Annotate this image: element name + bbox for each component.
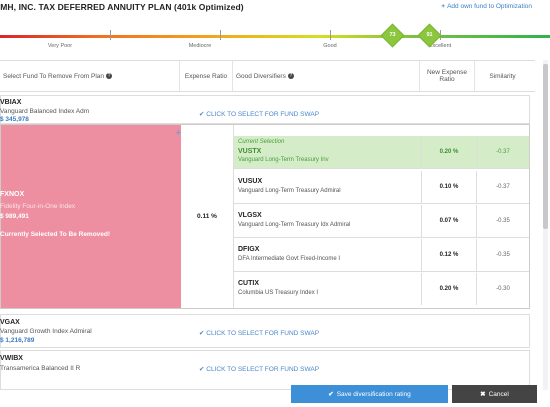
col-fund-label: Select Fund To Remove From Plan — [3, 72, 105, 80]
selected-fund-panel: FXNOX Fidelity Four-in-One Index $ 989,4… — [0, 124, 530, 309]
save-label: Save diversification rating — [336, 390, 411, 398]
alternative-fund-row[interactable]: DFIGX DFA Intermediate Govt Fixed-Income… — [234, 239, 529, 272]
select-fund-swap-link[interactable]: ✔ CLICK TO SELECT FOR FUND SWAP — [199, 329, 319, 337]
fund-name: Transamerica Balanced II R — [0, 365, 81, 372]
col-header-expense: Expense Ratio — [180, 61, 233, 91]
alt-similarity: -0.35 — [476, 205, 529, 237]
add-own-fund-label: Add own fund to Optimization — [447, 3, 532, 10]
col-header-new-expense: New Expense Ratio — [420, 61, 475, 91]
fund-amount: $ 345,978 — [0, 116, 29, 123]
fund-expense-ratio: 0.11 % — [181, 125, 234, 308]
fund-row[interactable]: VBIAX Vanguard Balanced Index Adm $ 345,… — [0, 95, 530, 124]
check-icon: ✔ — [328, 391, 334, 398]
fund-row[interactable]: VGAX Vanguard Growth Index Admiral $ 1,2… — [0, 314, 530, 348]
alt-new-expense: 0.07 % — [421, 205, 476, 237]
alt-new-expense: 0.12 % — [421, 239, 476, 271]
fund-ticker: VWIBX — [0, 355, 23, 362]
alternative-fund-row[interactable]: VUSUX Vanguard Long-Term Treasury Admira… — [234, 171, 529, 204]
alt-new-expense: 0.10 % — [421, 171, 476, 203]
col-header-similarity: Similarity — [475, 61, 530, 91]
scale-label-good: Good — [323, 43, 337, 49]
scale-label-very-poor: Very Poor — [47, 43, 73, 49]
alt-ticker: DFIGX — [238, 246, 260, 253]
scale-gradient-bar — [0, 35, 550, 38]
alt-name: Vanguard Long-Term Treasury Idx Admiral — [238, 222, 351, 228]
swap-label: CLICK TO SELECT FOR FUND SWAP — [206, 330, 320, 337]
current-selection-label: Current Selection — [238, 139, 285, 145]
help-icon[interactable]: ? — [287, 73, 294, 79]
alternative-fund-row[interactable]: CUTIX Columbia US Treasury Index I 0.20 … — [234, 273, 529, 306]
removal-status: Currently Selected To Be Removed! — [0, 231, 111, 238]
fund-ticker: VBIAX — [0, 99, 22, 106]
fund-name: Vanguard Growth Index Admiral — [0, 328, 92, 335]
alt-similarity: -0.30 — [476, 273, 529, 305]
alt-new-expense: 0.20 % — [421, 136, 476, 168]
alt-similarity: -0.35 — [476, 239, 529, 271]
alt-similarity: -0.37 — [476, 171, 529, 203]
fund-name: Fidelity Four-in-One Index — [0, 203, 76, 210]
col-good-label: Good Diversifiers — [236, 72, 286, 80]
scale-tick — [220, 30, 221, 40]
fund-ticker: VGAX — [0, 319, 20, 326]
alt-ticker: VUSTX — [238, 148, 262, 155]
plus-icon: + — [441, 3, 446, 10]
rating-before-value: 73 — [389, 32, 396, 38]
alt-ticker: VLGSX — [238, 212, 262, 219]
scale-label-mediocre: Mediocre — [188, 43, 212, 49]
scale-tick — [330, 30, 331, 40]
select-fund-swap-link[interactable]: ✔ CLICK TO SELECT FOR FUND SWAP — [199, 110, 319, 118]
alt-name: Vanguard Long-Term Treasury Admiral — [238, 188, 341, 194]
fund-ticker: FXNOX — [0, 191, 25, 198]
scrollbar-thumb[interactable] — [543, 64, 548, 229]
alt-name: DFA Intermediate Govt Fixed-Income I — [238, 256, 341, 262]
fund-to-remove[interactable]: FXNOX Fidelity Four-in-One Index $ 989,4… — [0, 125, 181, 308]
cancel-label: Cancel — [488, 390, 509, 398]
table-header: Select Fund To Remove From Plan? Expense… — [0, 60, 535, 92]
col-header-fund: Select Fund To Remove From Plan? — [0, 61, 180, 91]
help-icon[interactable]: ? — [106, 73, 113, 79]
scrollbar[interactable] — [543, 60, 548, 390]
fund-name: Vanguard Balanced Index Adm — [0, 108, 90, 115]
alternative-fund-row[interactable]: VLGSX Vanguard Long-Term Treasury Idx Ad… — [234, 205, 529, 238]
close-icon: ✖ — [480, 391, 486, 398]
alt-name: Vanguard Long-Term Treasury Inv — [238, 157, 329, 163]
page-title: CMH, INC. TAX DEFERRED ANNUITY PLAN (401… — [0, 2, 244, 12]
alternative-fund-row[interactable]: Current Selection VUSTX Vanguard Long-Te… — [234, 136, 529, 169]
alt-name: Columbia US Treasury Index I — [238, 290, 319, 296]
rating-after-value: 91 — [426, 32, 433, 38]
alt-new-expense: 0.20 % — [421, 273, 476, 305]
col-expense-label: Expense Ratio — [184, 72, 228, 80]
rating-marker-before: 73 — [380, 23, 405, 48]
fund-amount: $ 989,491 — [0, 213, 29, 220]
fund-amount: $ 1,216,789 — [0, 337, 35, 344]
col-header-good: Good Diversifiers? — [233, 61, 420, 91]
scale-tick — [110, 30, 111, 40]
save-diversification-button[interactable]: ✔ Save diversification rating — [291, 385, 448, 403]
alt-ticker: VUSUX — [238, 178, 263, 185]
fund-row[interactable]: VWIBX Transamerica Balanced II R ✔ CLICK… — [0, 350, 530, 390]
add-own-fund-link[interactable]: + Add own fund to Optimization — [441, 3, 532, 10]
col-new-expense-label: New Expense Ratio — [426, 69, 468, 83]
col-similarity-label: Similarity — [489, 72, 516, 80]
swap-label: CLICK TO SELECT FOR FUND SWAP — [206, 111, 320, 118]
diversification-scale: Very Poor Mediocre Good Excellent 73 91 — [0, 23, 550, 53]
select-fund-swap-link[interactable]: ✔ CLICK TO SELECT FOR FUND SWAP — [199, 365, 319, 373]
swap-label: CLICK TO SELECT FOR FUND SWAP — [206, 366, 320, 373]
alt-ticker: CUTIX — [238, 280, 259, 287]
alt-similarity: -0.37 — [476, 136, 529, 168]
cancel-button[interactable]: ✖ Cancel — [452, 385, 537, 403]
